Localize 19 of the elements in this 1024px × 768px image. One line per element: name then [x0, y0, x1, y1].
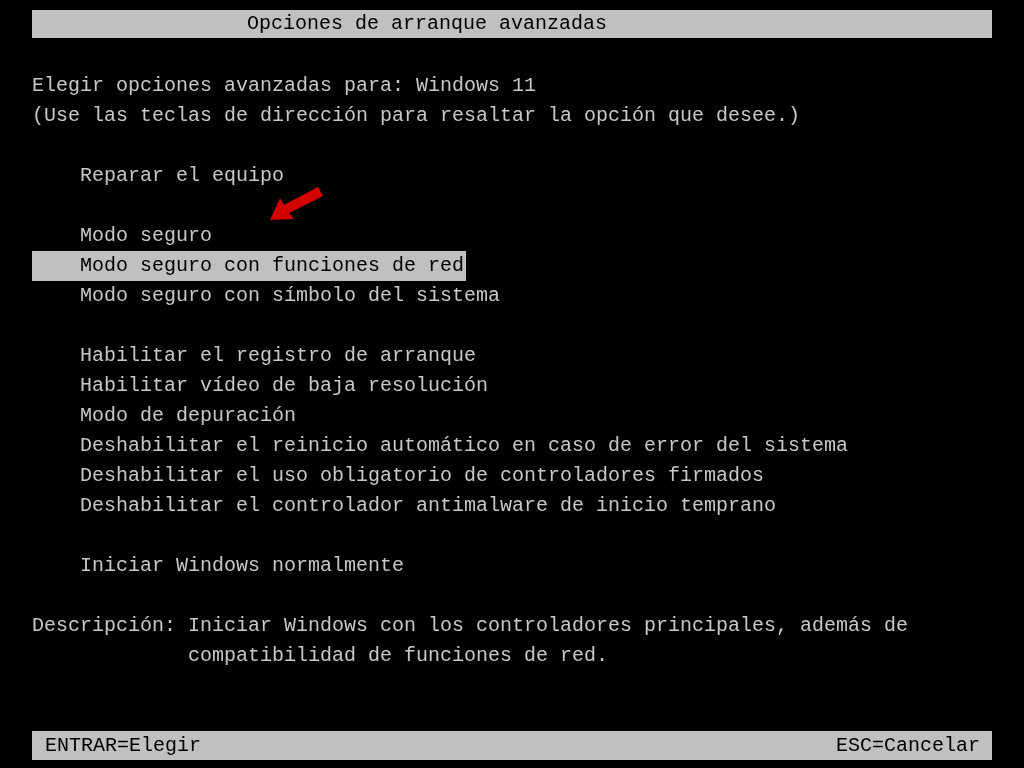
description-label: Descripción: — [32, 613, 178, 639]
boot-option[interactable]: Habilitar vídeo de baja resolución — [32, 371, 491, 401]
boot-option[interactable]: Modo seguro con símbolo del sistema — [32, 281, 503, 311]
esc-key-hint: ESC=Cancelar — [835, 733, 980, 759]
boot-option[interactable]: Modo seguro — [32, 221, 215, 251]
enter-key-hint: ENTRAR=Elegir — [45, 733, 202, 759]
boot-option[interactable]: Modo de depuración — [32, 401, 299, 431]
hint-text: (Use las teclas de dirección para resaltar la opción que desee.) — [32, 103, 802, 129]
boot-option[interactable]: Habilitar el registro de arranque — [32, 341, 479, 371]
boot-option[interactable]: Iniciar Windows normalmente — [32, 551, 407, 581]
description-text: Iniciar Windows con los controladores principales, además de compatibilidad de funciones de red. — [188, 613, 910, 669]
boot-option[interactable]: Deshabilitar el controlador antimalware de inicio temprano — [32, 491, 779, 521]
pointer-arrow-icon — [270, 186, 324, 222]
boot-option[interactable]: Deshabilitar el reinicio automático en caso de error del sistema — [32, 431, 851, 461]
boot-option[interactable]: Modo seguro con funciones de red — [32, 251, 467, 281]
os-prompt: Elegir opciones avanzadas para: Windows 11 — [32, 73, 538, 99]
screen-title: Opciones de arranque avanzadas — [32, 10, 992, 38]
boot-option[interactable]: Deshabilitar el uso obligatorio de controladores firmados — [32, 461, 767, 491]
boot-option[interactable]: Reparar el equipo — [32, 161, 287, 191]
